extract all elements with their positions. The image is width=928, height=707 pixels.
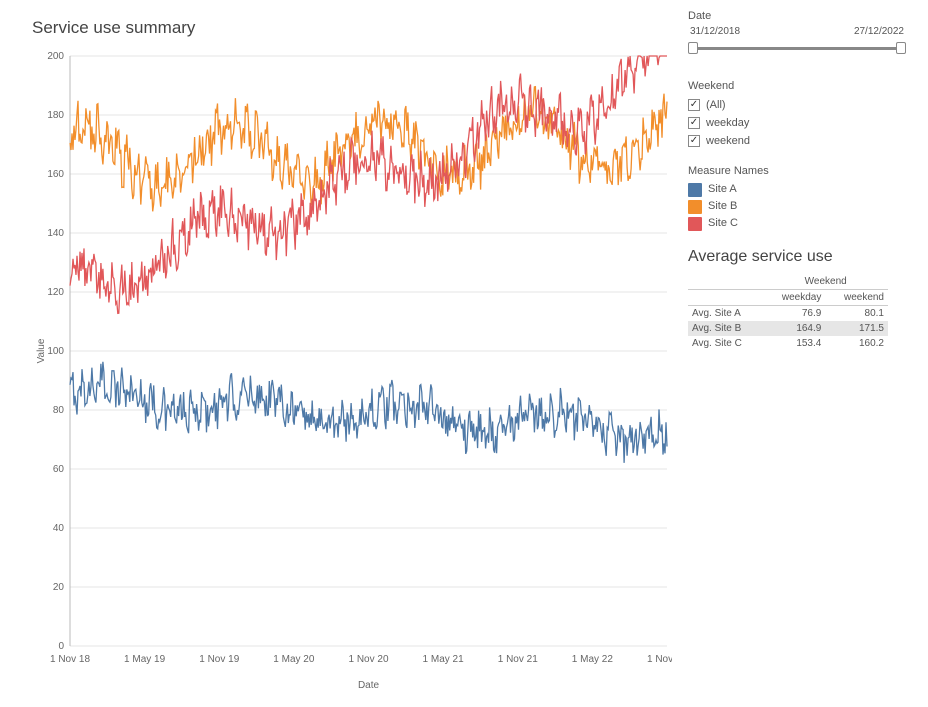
weekend-option-0[interactable]: ✓ (All) <box>688 96 906 114</box>
y-tick-label: 120 <box>47 287 64 298</box>
average-service-use-panel: Average service use Weekendweekdayweeken… <box>688 248 906 351</box>
y-tick-label: 40 <box>53 523 65 534</box>
date-end: 27/12/2022 <box>854 26 904 37</box>
checkbox-icon[interactable]: ✓ <box>688 117 700 129</box>
table-row-label: Avg. Site C <box>688 336 763 351</box>
line-chart-svg[interactable]: 0 20 40 60 80 100 120 140 160 180 200 1 Nov 18 1 May… <box>32 46 672 696</box>
y-tick-label: 100 <box>47 346 64 357</box>
legend-swatch-icon <box>688 217 702 231</box>
x-tick-label: 1 May 21 <box>423 654 465 665</box>
date-slider-handle-start[interactable] <box>688 42 698 54</box>
y-tick-label: 200 <box>47 51 64 62</box>
x-tick-label: 1 May 19 <box>124 654 166 665</box>
table-cell: 160.2 <box>825 336 888 351</box>
x-tick-label: 1 Nov 18 <box>50 654 90 665</box>
table-row-label: Avg. Site B <box>688 321 763 336</box>
legend-swatch-icon <box>688 183 702 197</box>
x-axis-label: Date <box>358 680 380 691</box>
y-tick-label: 140 <box>47 228 64 239</box>
x-tick-label: 1 Nov 20 <box>348 654 388 665</box>
table-cell: 80.1 <box>825 306 888 322</box>
checkbox-icon[interactable]: ✓ <box>688 99 700 111</box>
y-tick-label: 160 <box>47 169 64 180</box>
y-tick-label: 20 <box>53 582 65 593</box>
table-row[interactable]: Avg. Site B164.9171.5 <box>688 321 888 336</box>
weekend-filter-panel: Weekend ✓ (All) ✓ weekday ✓ weekend <box>688 80 906 150</box>
series-line-0[interactable] <box>70 362 667 463</box>
legend-item-label: Site A <box>708 181 737 198</box>
avg-service-use-table: WeekendweekdayweekendAvg. Site A76.980.1… <box>688 274 888 351</box>
legend-item-label: Site B <box>708 198 737 215</box>
date-slider-handle-end[interactable] <box>896 42 906 54</box>
x-tick-label: 1 Nov 21 <box>498 654 538 665</box>
y-tick-label: 180 <box>47 110 64 121</box>
table-col-header-1: weekend <box>825 290 888 306</box>
x-tick-label: 1 May 22 <box>572 654 614 665</box>
weekend-option-1[interactable]: ✓ weekday <box>688 114 906 132</box>
table-cell: 153.4 <box>763 336 825 351</box>
table-cell: 76.9 <box>763 306 825 322</box>
weekend-option-2[interactable]: ✓ weekend <box>688 132 906 150</box>
series-line-1[interactable] <box>70 87 667 212</box>
table-row[interactable]: Avg. Site A76.980.1 <box>688 306 888 322</box>
legend-item-2[interactable]: Site C <box>688 215 906 232</box>
y-tick-label: 80 <box>53 405 65 416</box>
legend-swatch-icon <box>688 200 702 214</box>
x-tick-label: 1 Nov 19 <box>199 654 239 665</box>
legend-heading: Measure Names <box>688 165 906 177</box>
legend-item-1[interactable]: Site B <box>688 198 906 215</box>
legend-item-label: Site C <box>708 215 738 232</box>
table-group-header: Weekend <box>763 274 888 290</box>
table-row-label-header <box>688 290 763 306</box>
legend-item-0[interactable]: Site A <box>688 181 906 198</box>
weekend-option-label: weekend <box>706 132 750 150</box>
date-range-slider[interactable] <box>688 41 906 55</box>
table-row-label: Avg. Site A <box>688 306 763 322</box>
measure-names-legend: Measure Names Site ASite BSite C <box>688 165 906 232</box>
table-corner <box>688 274 763 290</box>
y-tick-label: 0 <box>58 641 64 652</box>
table-row[interactable]: Avg. Site C153.4160.2 <box>688 336 888 351</box>
table-cell: 171.5 <box>825 321 888 336</box>
checkbox-icon[interactable]: ✓ <box>688 135 700 147</box>
weekend-option-label: (All) <box>706 96 726 114</box>
x-tick-label: 1 May 20 <box>273 654 315 665</box>
date-filter-heading: Date <box>688 10 906 22</box>
date-start: 31/12/2018 <box>690 26 740 37</box>
avg-table-title: Average service use <box>688 248 906 266</box>
y-axis-label: Value <box>36 338 47 363</box>
date-filter-panel: Date 31/12/2018 27/12/2022 <box>688 10 906 55</box>
y-tick-label: 60 <box>53 464 65 475</box>
table-col-header-0: weekday <box>763 290 825 306</box>
weekend-option-label: weekday <box>706 114 749 132</box>
weekend-filter-heading: Weekend <box>688 80 906 92</box>
table-cell: 164.9 <box>763 321 825 336</box>
chart-title: Service use summary <box>32 18 672 38</box>
x-tick-label: 1 Nov 22 <box>647 654 672 665</box>
service-use-chart: Service use summary 0 20 40 60 80 100 120 140 16… <box>32 18 672 656</box>
series-line-2[interactable] <box>70 56 667 313</box>
